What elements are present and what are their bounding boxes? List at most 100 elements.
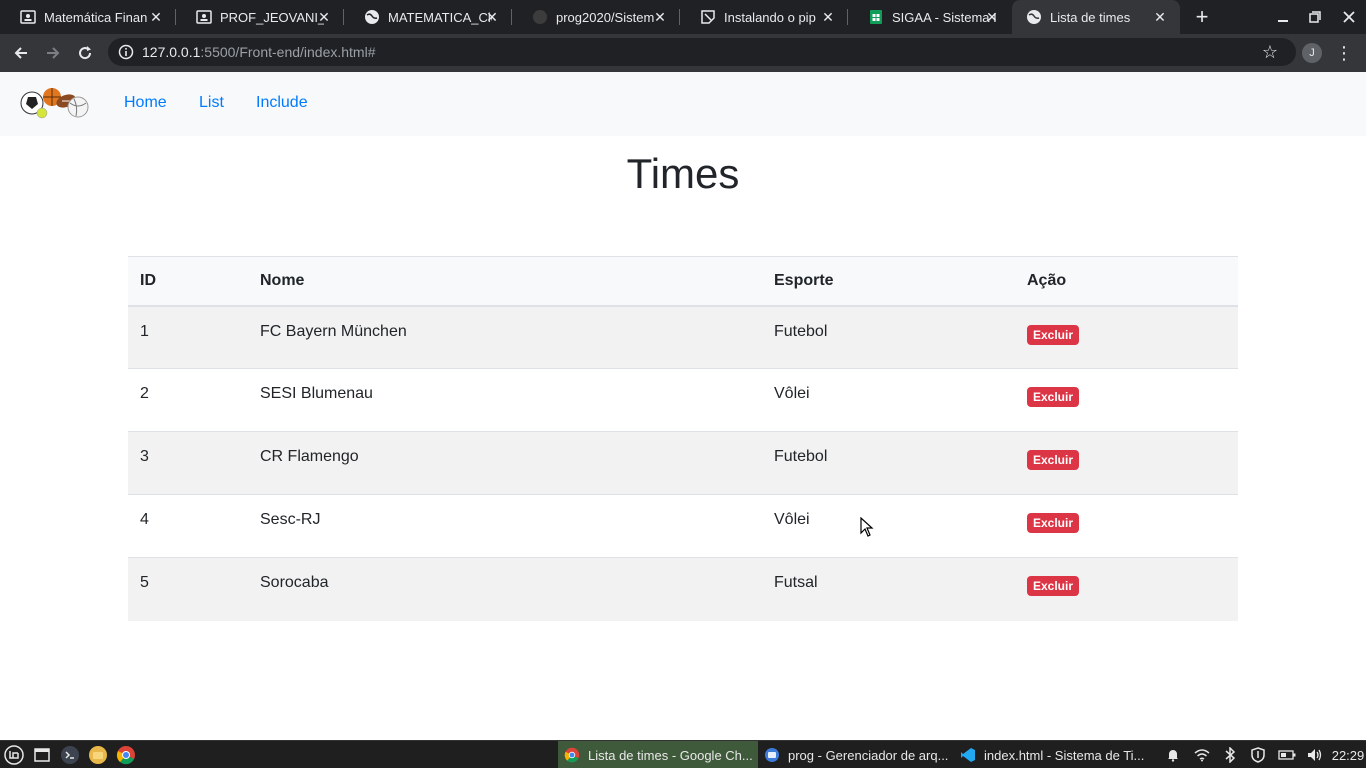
teams-table: ID Nome Esporte Ação 1 FC Bayern München… [128,256,1238,621]
cell-nome: Sesc-RJ [248,494,762,558]
taskbar-task-label: index.html - Sistema de Ti... [984,747,1145,763]
delete-button[interactable]: Excluir [1027,450,1080,470]
reload-icon[interactable] [72,40,98,66]
cell-nome: CR Flamengo [248,431,762,495]
tab-title: Instalando o pip [724,9,816,25]
cell-esporte: Vôlei [762,494,1015,558]
file-manager-icon [764,747,780,763]
cell-esporte: Vôlei [762,368,1015,432]
delete-button[interactable]: Excluir [1027,576,1080,596]
column-header-acao: Ação [1015,256,1238,307]
more-menu-icon[interactable]: ⋮ [1334,42,1354,64]
url-path: :5500/Front-end/index.html# [200,44,376,60]
close-tab-icon[interactable]: ✕ [652,9,668,25]
close-tab-icon[interactable]: ✕ [1152,9,1168,25]
browser-tab-active[interactable]: Lista de times ✕ [1012,0,1180,34]
mouse-pointer-icon [860,516,874,537]
tab-title: SIGAA - Sistema I [892,9,996,25]
table-row: 4 Sesc-RJ Vôlei Excluir [128,494,1238,558]
cell-esporte: Futebol [762,305,1015,369]
clock[interactable]: 22:29 [1330,745,1366,765]
tab-title: Matemática Finan [44,9,148,25]
close-tab-icon[interactable]: ✕ [148,9,164,25]
folder-icon[interactable] [87,744,109,766]
close-window-icon[interactable] [1332,0,1366,34]
cell-id: 5 [128,557,248,621]
taskbar-task-label: prog - Gerenciador de arq... [788,747,949,763]
browser-tab[interactable]: Matemática Finan ✕ [0,0,176,34]
tab-title: MATEMATICA_Cie [388,9,492,25]
column-header-nome: Nome [248,256,762,307]
bookmark-star-icon[interactable]: ☆ [1260,42,1280,62]
browser-tab[interactable]: PROF_JEOVANI_3 ✕ [176,0,344,34]
nav-link-include[interactable]: Include [256,94,308,112]
mint-menu-icon[interactable] [3,744,25,766]
notifications-bell-icon[interactable] [1164,745,1182,765]
wifi-icon[interactable] [1192,745,1212,765]
info-icon[interactable] [118,44,134,60]
browser-tab-strip: Matemática Finan ✕ PROF_JEOVANI_3 ✕ MATE… [0,0,1366,34]
table-row: 1 FC Bayern München Futebol Excluir [128,305,1238,369]
classroom-icon [20,9,36,25]
url-host: 127.0.0.1 [142,44,201,60]
close-tab-icon[interactable]: ✕ [820,9,836,25]
sports-balls-logo[interactable] [18,85,90,121]
cell-id: 4 [128,494,248,558]
github-icon [532,9,548,25]
taskbar: Lista de times - Google Ch... prog - Ger… [0,740,1366,768]
url-text: 127.0.0.1:5500/Front-end/index.html# [142,44,376,60]
delete-button[interactable]: Excluir [1027,324,1080,345]
cell-esporte: Futsal [762,557,1015,621]
taskbar-task-chrome[interactable]: Lista de times - Google Ch... [558,741,758,768]
close-tab-icon[interactable]: ✕ [316,9,332,25]
nav-link-list[interactable]: List [199,94,224,112]
cell-nome: FC Bayern München [248,305,762,369]
taskbar-task-vscode[interactable]: index.html - Sistema de Ti... [954,741,1158,768]
globe-icon [1026,9,1042,25]
battery-icon[interactable] [1276,745,1298,765]
browser-tab[interactable]: SIGAA - Sistema I ✕ [848,0,1012,34]
cell-acao: Excluir [1015,431,1238,495]
cell-nome: Sorocaba [248,557,762,621]
table-header-row: ID Nome Esporte Ação [128,256,1238,307]
delete-button[interactable]: Excluir [1027,387,1080,407]
terminal-icon[interactable] [59,744,81,766]
cell-id: 3 [128,431,248,495]
column-header-esporte: Esporte [762,256,1015,307]
globe-icon [364,9,380,25]
back-arrow-icon[interactable] [8,40,34,66]
table-row: 3 CR Flamengo Futebol Excluir [128,431,1238,495]
cell-esporte: Futebol [762,431,1015,495]
cell-id: 2 [128,368,248,432]
cell-acao: Excluir [1015,305,1238,369]
volume-icon[interactable] [1304,745,1326,765]
forward-arrow-icon[interactable] [40,40,66,66]
profile-avatar[interactable]: J [1302,43,1322,63]
show-desktop-icon[interactable] [31,744,53,766]
close-tab-icon[interactable]: ✕ [984,9,1000,25]
cell-nome: SESI Blumenau [248,368,762,432]
nav-link-home[interactable]: Home [124,94,167,112]
taskbar-task-label: Lista de times - Google Ch... [588,747,753,763]
site-navbar: Home List Include [0,72,1366,136]
column-header-id: ID [128,256,248,307]
shield-icon[interactable] [1248,745,1268,765]
classroom-icon [196,9,212,25]
address-bar[interactable]: 127.0.0.1:5500/Front-end/index.html# ☆ [108,38,1296,66]
browser-tab[interactable]: prog2020/Sistem ✕ [512,0,680,34]
close-tab-icon[interactable]: ✕ [484,9,500,25]
delete-button[interactable]: Excluir [1027,513,1080,533]
chrome-icon[interactable] [115,744,137,766]
new-tab-button[interactable]: + [1192,6,1212,28]
cell-acao: Excluir [1015,368,1238,432]
browser-toolbar: 127.0.0.1:5500/Front-end/index.html# ☆ J… [0,34,1366,72]
tab-title: PROF_JEOVANI_3 [220,9,324,25]
bluetooth-icon[interactable] [1220,745,1240,765]
python-icon [700,9,716,25]
browser-tab[interactable]: MATEMATICA_Cie ✕ [344,0,512,34]
browser-tab[interactable]: Instalando o pip ✕ [680,0,848,34]
tab-title: prog2020/Sistem [556,9,655,25]
restore-window-icon[interactable] [1298,0,1332,34]
taskbar-task-file-manager[interactable]: prog - Gerenciador de arq... [758,741,954,768]
minimize-window-icon[interactable] [1266,0,1300,34]
